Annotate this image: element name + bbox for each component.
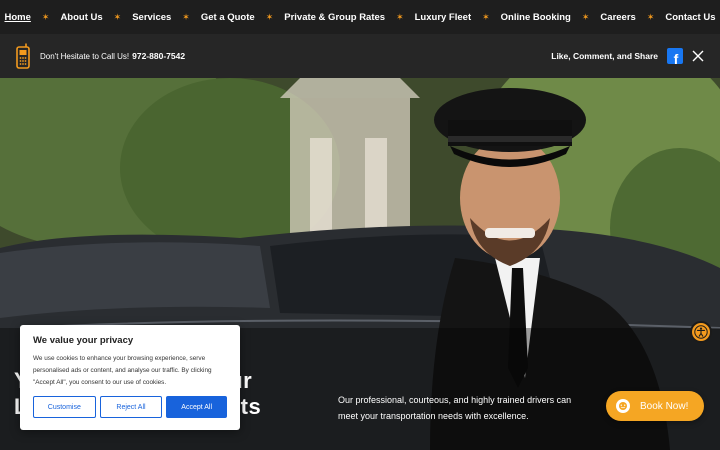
nav-contact-us[interactable]: Contact Us — [665, 12, 715, 23]
cookie-text: We use cookies to enhance your browsing … — [33, 355, 212, 386]
social-label: Like, Comment, and Share — [551, 51, 658, 61]
cookie-consent-modal: We value your privacy We use cookies to … — [20, 325, 240, 430]
accept-all-button[interactable]: Accept All — [166, 396, 228, 418]
phone-icon[interactable] — [14, 43, 32, 69]
nav-services[interactable]: Services — [132, 12, 171, 23]
nav-separator: ✶ — [646, 11, 655, 22]
customise-button[interactable]: Customise — [33, 396, 96, 418]
nav-separator: ✶ — [265, 11, 274, 22]
nav-careers[interactable]: Careers — [600, 12, 635, 23]
chat-icon — [616, 399, 630, 413]
nav-home[interactable]: Home — [4, 12, 30, 23]
nav-separator: ✶ — [581, 11, 590, 22]
call-text: Don't Hesitate to Call Us! — [40, 51, 130, 61]
nav-separator: ✶ — [41, 11, 50, 22]
nav-about-us[interactable]: About Us — [60, 12, 102, 23]
book-now-label: Book Now! — [640, 400, 689, 412]
accessibility-icon[interactable] — [690, 321, 712, 343]
info-bar: Don't Hesitate to Call Us! 972-880-7542 … — [0, 34, 720, 78]
nav-separator: ✶ — [482, 11, 490, 22]
facebook-icon[interactable]: f — [667, 48, 683, 64]
nav-private-group-rates[interactable]: Private & Group Rates — [284, 12, 385, 23]
cookie-title: We value your privacy — [33, 335, 134, 346]
nav-separator: ✶ — [396, 11, 404, 22]
nav-get-a-quote[interactable]: Get a Quote — [201, 12, 255, 23]
main-nav: Home ✶ About Us ✶ Services ✶ Get a Quote… — [0, 0, 720, 34]
nav-luxury-fleet[interactable]: Luxury Fleet — [415, 12, 472, 23]
x-icon[interactable] — [690, 48, 706, 64]
book-now-button[interactable]: Book Now! — [606, 391, 704, 421]
nav-online-booking[interactable]: Online Booking — [501, 12, 571, 23]
nav-separator: ✶ — [113, 11, 122, 22]
cookie-buttons: Customise Reject All Accept All — [33, 396, 228, 418]
nav-separator: ✶ — [182, 11, 190, 22]
reject-all-button[interactable]: Reject All — [99, 396, 163, 418]
phone-number-link[interactable]: 972-880-7542 — [132, 51, 185, 61]
hero-description: Our professional, courteous, and highly … — [338, 395, 572, 421]
social-links: Like, Comment, and Share f — [551, 48, 706, 64]
